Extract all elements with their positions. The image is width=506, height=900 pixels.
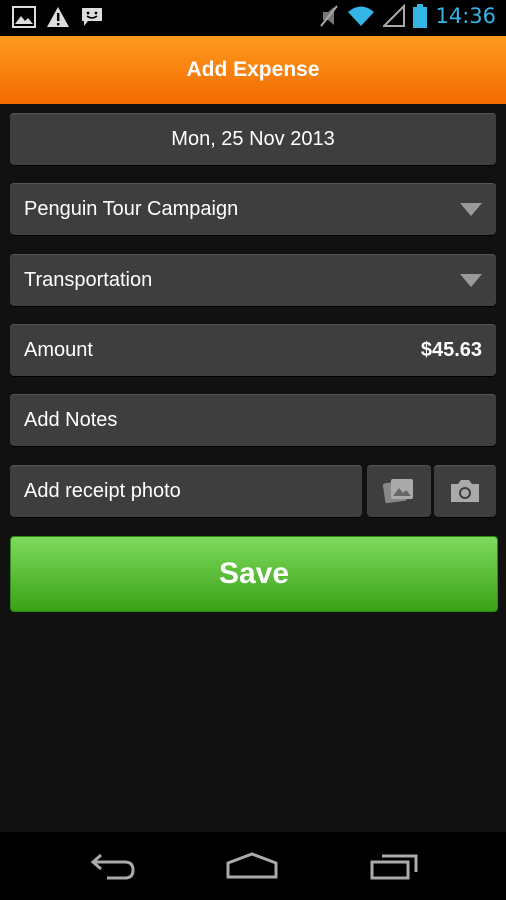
dropdown-arrow-icon [460, 274, 482, 287]
dropdown-arrow-icon [460, 203, 482, 216]
image-notification-icon [12, 6, 36, 28]
amount-label: Amount [24, 338, 93, 361]
campaign-value: Penguin Tour Campaign [24, 197, 239, 220]
save-button[interactable]: Save [10, 536, 498, 612]
battery-icon [413, 4, 428, 28]
chat-icon [82, 8, 102, 26]
home-button[interactable] [222, 848, 282, 884]
camera-button[interactable] [434, 465, 496, 517]
system-icons: 14:36 [319, 4, 496, 28]
home-icon [226, 852, 278, 879]
mute-icon [320, 5, 339, 27]
clock: 14:36 [435, 4, 496, 28]
navigation-bar [0, 832, 506, 900]
amount-field[interactable]: Amount $45.63 [10, 324, 496, 376]
camera-icon [451, 480, 479, 502]
back-icon [90, 853, 135, 880]
gallery-button[interactable] [367, 465, 431, 517]
signal-icon [383, 4, 406, 27]
category-value: Transportation [24, 268, 153, 291]
action-bar: Add Expense [0, 36, 506, 106]
form-container: Mon, 25 Nov 2013 Penguin Tour Campaign T… [0, 104, 506, 832]
warning-icon [47, 7, 69, 27]
date-value: Mon, 25 Nov 2013 [171, 127, 335, 150]
notification-icons [12, 6, 104, 28]
status-bar: 14:36 [0, 0, 506, 36]
recent-apps-button[interactable] [364, 848, 424, 884]
gallery-icon [382, 479, 413, 504]
page-title: Add Expense [186, 58, 320, 81]
save-label: Save [218, 557, 290, 590]
campaign-spinner[interactable]: Penguin Tour Campaign [10, 183, 496, 235]
back-button[interactable] [82, 848, 142, 884]
date-picker[interactable]: Mon, 25 Nov 2013 [10, 113, 496, 165]
notes-placeholder: Add Notes [24, 408, 118, 431]
receipt-label: Add receipt photo [24, 479, 181, 502]
notes-field[interactable]: Add Notes [10, 394, 496, 446]
recent-apps-icon [370, 854, 418, 880]
receipt-photo-field[interactable]: Add receipt photo [10, 465, 362, 517]
wifi-icon [348, 6, 375, 26]
amount-value: $45.63 [420, 338, 482, 361]
category-spinner[interactable]: Transportation [10, 254, 496, 306]
